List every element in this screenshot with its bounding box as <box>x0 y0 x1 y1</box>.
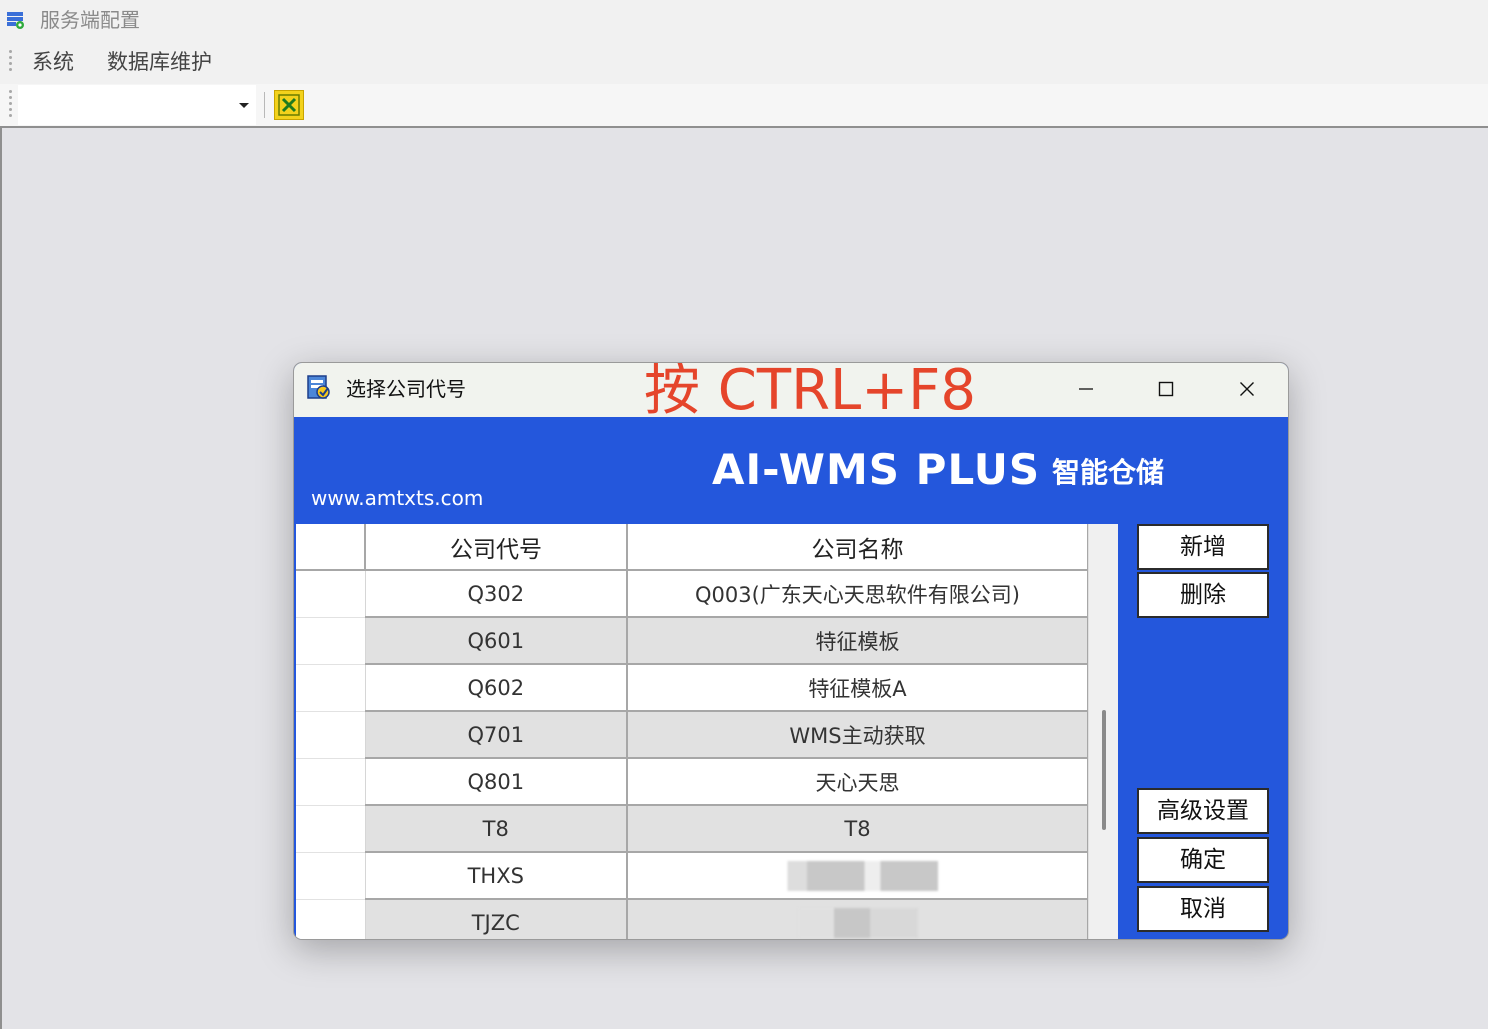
ok-button[interactable]: 确定 <box>1137 837 1269 883</box>
maximize-button[interactable] <box>1144 371 1188 407</box>
dialog-title: 选择公司代号 <box>346 377 466 401</box>
menu-system[interactable]: 系统 <box>32 48 74 76</box>
cell-company-name[interactable]: T8 <box>627 805 1088 853</box>
advanced-settings-button[interactable]: 高级设置 <box>1137 788 1269 834</box>
close-x-icon <box>278 94 300 116</box>
add-button[interactable]: 新增 <box>1137 524 1269 570</box>
row-header[interactable] <box>296 758 366 806</box>
scrollbar-thumb[interactable] <box>1102 710 1106 830</box>
cancel-button[interactable]: 取消 <box>1137 886 1269 932</box>
row-header[interactable] <box>296 617 366 665</box>
cell-company-code[interactable]: Q801 <box>365 758 628 806</box>
minimize-button[interactable] <box>1064 371 1108 407</box>
toolbar-grip <box>9 90 13 120</box>
table-row[interactable]: TJZC <box>296 899 1088 939</box>
row-header[interactable] <box>296 852 366 900</box>
select-company-dialog: 选择公司代号 按 CTRL+F8 www.amtxts.com AI-WMS P… <box>293 362 1289 940</box>
cell-company-code[interactable]: Q302 <box>365 570 628 618</box>
toolbar-separator <box>264 92 265 118</box>
delete-button[interactable]: 删除 <box>1137 572 1269 618</box>
banner-logo-cn: 智能仓储 <box>1052 456 1165 489</box>
redacted-text <box>797 907 918 938</box>
minimize-icon <box>1079 388 1093 390</box>
row-header-corner <box>296 524 366 571</box>
menu-database-maintenance[interactable]: 数据库维护 <box>107 48 212 76</box>
dropdown-caret-icon[interactable] <box>239 103 249 108</box>
table-row[interactable]: Q801 天心天思 <box>296 758 1088 806</box>
cell-company-code[interactable]: Q601 <box>365 617 628 665</box>
row-header[interactable] <box>296 805 366 853</box>
menubar: 系统 数据库维护 <box>0 42 1488 84</box>
cell-company-code[interactable]: T8 <box>365 805 628 853</box>
toolbar-close-button[interactable] <box>274 90 304 120</box>
cell-company-name-redacted[interactable] <box>627 899 1088 939</box>
main-titlebar: 服务端配置 <box>0 0 1488 42</box>
cell-company-code[interactable]: Q602 <box>365 664 628 712</box>
hint-overlay-text: 按 CTRL+F8 <box>644 362 976 423</box>
column-header-name[interactable]: 公司名称 <box>627 524 1088 571</box>
redacted-text <box>777 860 938 891</box>
table-row[interactable]: Q302 Q003(广东天心天思软件有限公司) <box>296 570 1088 618</box>
table-row[interactable]: Q602 特征模板A <box>296 664 1088 712</box>
banner-url: www.amtxts.com <box>311 486 484 510</box>
company-grid: 公司代号 公司名称 Q302 Q003(广东天心天思软件有限公司) Q601 特… <box>296 524 1088 939</box>
dialog-app-icon <box>307 375 330 399</box>
cell-company-name-redacted[interactable] <box>627 852 1088 900</box>
close-button[interactable] <box>1225 371 1269 407</box>
row-header[interactable] <box>296 711 366 759</box>
dialog-titlebar: 选择公司代号 按 CTRL+F8 <box>294 363 1288 423</box>
cell-company-name[interactable]: 天心天思 <box>627 758 1088 806</box>
row-header[interactable] <box>296 664 366 712</box>
cell-company-name[interactable]: 特征模板 <box>627 617 1088 665</box>
close-icon <box>1240 382 1254 396</box>
cell-company-code[interactable]: Q701 <box>365 711 628 759</box>
table-row[interactable]: T8 T8 <box>296 805 1088 853</box>
row-header[interactable] <box>296 570 366 618</box>
cell-company-code[interactable]: TJZC <box>365 899 628 939</box>
menubar-grip <box>9 50 13 74</box>
toolbar-combo[interactable] <box>18 85 256 125</box>
column-header-code[interactable]: 公司代号 <box>365 524 628 571</box>
window-title: 服务端配置 <box>40 8 140 32</box>
row-header[interactable] <box>296 899 366 939</box>
grid-vertical-scrollbar[interactable] <box>1088 524 1118 939</box>
cell-company-name[interactable]: Q003(广东天心天思软件有限公司) <box>627 570 1088 618</box>
grid-header-row: 公司代号 公司名称 <box>296 524 1088 571</box>
cell-company-name[interactable]: 特征模板A <box>627 664 1088 712</box>
maximize-icon <box>1158 381 1174 397</box>
table-row[interactable]: Q701 WMS主动获取 <box>296 711 1088 759</box>
table-row[interactable]: Q601 特征模板 <box>296 617 1088 665</box>
app-window-icon <box>7 12 24 29</box>
cell-company-name[interactable]: WMS主动获取 <box>627 711 1088 759</box>
toolbar <box>0 84 1488 128</box>
table-row[interactable]: THXS <box>296 852 1088 900</box>
cell-company-code[interactable]: THXS <box>365 852 628 900</box>
banner-logo: AI-WMS PLUS <box>712 445 1041 494</box>
